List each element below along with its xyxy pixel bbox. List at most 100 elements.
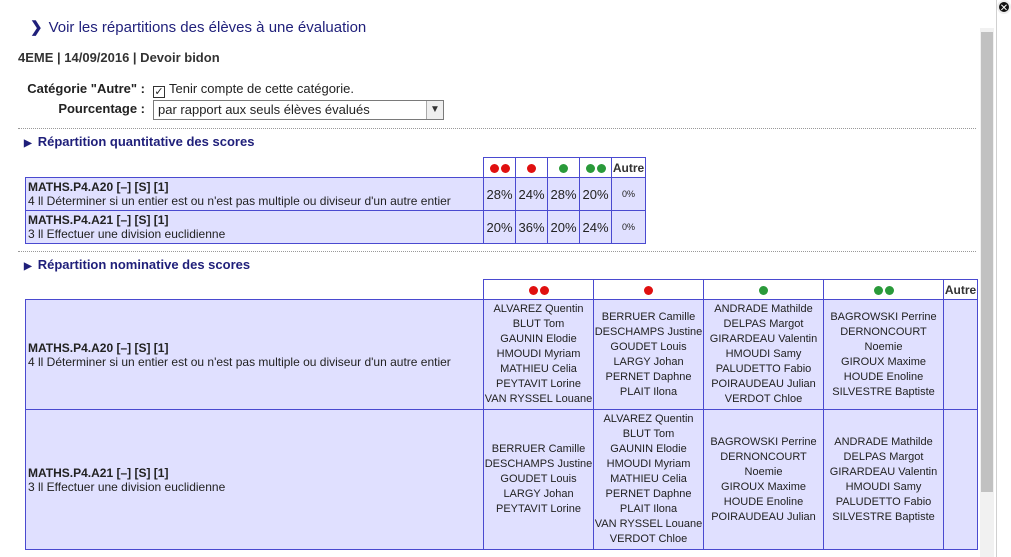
student-name: GIROUX Maxime	[721, 480, 806, 493]
close-icon[interactable]: ✕	[997, 0, 1011, 14]
competence-desc: 3 ll Effectuer une division euclidienne	[28, 479, 226, 494]
red-dot-icon	[539, 285, 549, 295]
student-name: BERRUER Camille	[491, 443, 586, 455]
competence-desc: 4 ll Déterminer si un entier est ou n'es…	[28, 194, 451, 208]
category-checkbox[interactable]: ✓	[153, 86, 165, 98]
student-name: GIRARDEAU Valentin	[829, 465, 938, 478]
names-cell: ANDRADE Mathilde DELPAS Margot GIRARDEAU V…	[703, 299, 824, 410]
names-list: ANDRADE Mathilde DELPAS Margot GIRARDEAU V…	[824, 435, 943, 525]
student-name: VERDOT Chloe	[724, 393, 803, 405]
student-name: HMOUDI Samy	[725, 348, 802, 360]
green-dot-icon	[596, 163, 606, 173]
autre-value: 0%	[611, 177, 646, 211]
header-green	[547, 157, 580, 178]
student-name: BERRUER Camille	[601, 310, 696, 323]
dialog-title-text: Voir les répartitions des élèves à une é…	[48, 19, 367, 36]
student-name: DELPAS Margot	[723, 318, 804, 330]
chevron-right-icon: ❯	[30, 19, 43, 36]
student-name: HMOUDI Myriam	[496, 348, 581, 360]
student-name: BAGROWSKI Perrine	[830, 310, 937, 323]
student-name: LARGY Johan	[503, 488, 574, 500]
student-name: BAGROWSKI Perrine	[710, 435, 817, 448]
score-value: 28%	[547, 177, 580, 211]
header-red	[515, 157, 548, 178]
competence-code: MATHS.P4.A20 [–] [S] [1]	[28, 180, 169, 194]
student-name: PLAIT Ilona	[619, 503, 678, 515]
student-name: GOUDET Louis	[500, 473, 577, 485]
student-name: PLAIT Ilona	[619, 385, 678, 398]
student-name: GIROUX Maxime	[841, 355, 926, 368]
student-name: PALUDETTO Fabio	[835, 495, 932, 508]
student-name: BLUT Tom	[512, 318, 565, 330]
student-name: HMOUDI Myriam	[606, 458, 691, 470]
quantitative-table: Autre MATHS.P4.A20 [–] [S] [1] 4 ll Déter…	[25, 157, 646, 244]
score-value: 20%	[579, 177, 612, 211]
percentage-row: Pourcentage : par rapport aux seuls élève…	[0, 100, 444, 120]
nominative-heading[interactable]: ▶ Répartition nominative des scores	[24, 257, 250, 272]
quantitative-heading[interactable]: ▶ Répartition quantitative des scores	[24, 134, 254, 149]
student-name: POIRAUDEAU Julian	[711, 378, 816, 390]
empty-header-cell	[26, 280, 484, 300]
score-value: 28%	[483, 177, 516, 211]
nominative-table: Autre MATHS.P4.A20 [–] [S] [1] 4 ll Déter…	[25, 279, 978, 550]
names-cell: ANDRADE Mathilde DELPAS Margot GIRARDEAU V…	[823, 409, 944, 550]
green-dot-icon	[873, 285, 883, 295]
autre-cell	[943, 299, 978, 410]
green-dot-icon	[559, 163, 568, 173]
student-name: DERNONCOURT Noemie	[720, 450, 807, 478]
student-name: ANDRADE Mathilde	[714, 303, 813, 315]
empty-header-cell	[26, 158, 484, 178]
red-dot-icon	[527, 163, 536, 173]
student-name: POIRAUDEAU Julian	[711, 510, 816, 523]
percentage-select-value: par rapport aux seuls élèves évalués	[158, 102, 370, 117]
competence-code: MATHS.P4.A21 [–] [S] [1]	[28, 465, 169, 480]
student-name: GIRARDEAU Valentin	[709, 333, 818, 345]
separator	[18, 251, 976, 252]
student-name: VAN RYSSEL Louane	[594, 518, 703, 530]
percentage-select[interactable]: par rapport aux seuls élèves évalués ▼	[153, 100, 444, 120]
chevron-down-icon[interactable]: ▼	[426, 101, 443, 119]
red-dot-icon	[528, 285, 538, 295]
names-cell: BAGROWSKI Perrine DERNONCOURT Noemie GIROU…	[703, 409, 824, 550]
header-green	[703, 279, 824, 300]
scrollbar-thumb[interactable]	[981, 32, 993, 492]
category-checkbox-label[interactable]: Tenir compte de cette catégorie.	[169, 81, 354, 96]
names-list: BAGROWSKI Perrine DERNONCOURT Noemie GIROU…	[704, 435, 823, 525]
student-name: MATHIEU Celia	[500, 363, 577, 375]
header-double-red	[483, 157, 516, 178]
student-name: PALUDETTO Fabio	[715, 363, 812, 375]
student-name: DESCHAMPS Justine	[594, 325, 703, 338]
green-dot-icon	[585, 163, 595, 173]
competence-code: MATHS.P4.A20 [–] [S] [1]	[28, 340, 169, 355]
red-dot-icon	[644, 285, 653, 295]
student-name: VAN RYSSEL Louane	[484, 393, 593, 405]
student-name: HMOUDI Samy	[845, 480, 922, 493]
triangle-right-icon: ▶	[24, 261, 32, 272]
names-list: BAGROWSKI Perrine DERNONCOURT Noemie GIROU…	[824, 310, 943, 400]
student-name: GAUNIN Elodie	[610, 443, 687, 455]
names-cell: BAGROWSKI Perrine DERNONCOURT Noemie GIROU…	[823, 299, 944, 410]
row-label: MATHS.P4.A20 [–] [S] [1] 4 ll Déterminer …	[25, 177, 484, 211]
student-name: PEYTAVIT Lorine	[496, 378, 581, 390]
autre-cell	[943, 409, 978, 550]
names-cell: BERRUER Camille DESCHAMPS Justine GOUDET L…	[483, 409, 594, 550]
names-cell: ALVAREZ Quentin BLUT Tom GAUNIN Elodie HMOU…	[483, 299, 594, 410]
row-label: MATHS.P4.A21 [–] [S] [1] 3 ll Effectuer u…	[25, 409, 484, 550]
category-row: Catégorie "Autre" : ✓ Tenir compte de cett…	[0, 81, 354, 98]
row-label: MATHS.P4.A21 [–] [S] [1] 3 ll Effectuer u…	[25, 210, 484, 244]
student-name: DESCHAMPS Justine	[484, 458, 593, 470]
row-label: MATHS.P4.A20 [–] [S] [1] 4 ll Déterminer …	[25, 299, 484, 410]
names-list: BERRUER Camille DESCHAMPS Justine GOUDET L…	[484, 442, 593, 517]
category-label: Catégorie "Autre" :	[27, 81, 145, 96]
names-list: ALVAREZ Quentin BLUT Tom GAUNIN Elodie HMOU…	[594, 412, 703, 547]
student-name: GOUDET Louis	[610, 340, 687, 353]
quantitative-heading-text: Répartition quantitative des scores	[37, 134, 255, 149]
percentage-label: Pourcentage :	[58, 101, 145, 117]
competence-code: MATHS.P4.A21 [–] [S] [1]	[28, 213, 169, 227]
student-name: HOUDE Enoline	[843, 370, 924, 383]
competence-desc: 4 ll Déterminer si un entier est ou n'es…	[28, 354, 451, 369]
student-name: SILVESTRE Baptiste	[832, 510, 935, 523]
header-autre: Autre	[943, 279, 978, 300]
student-name: MATHIEU Celia	[610, 473, 687, 485]
header-double-green	[579, 157, 612, 178]
